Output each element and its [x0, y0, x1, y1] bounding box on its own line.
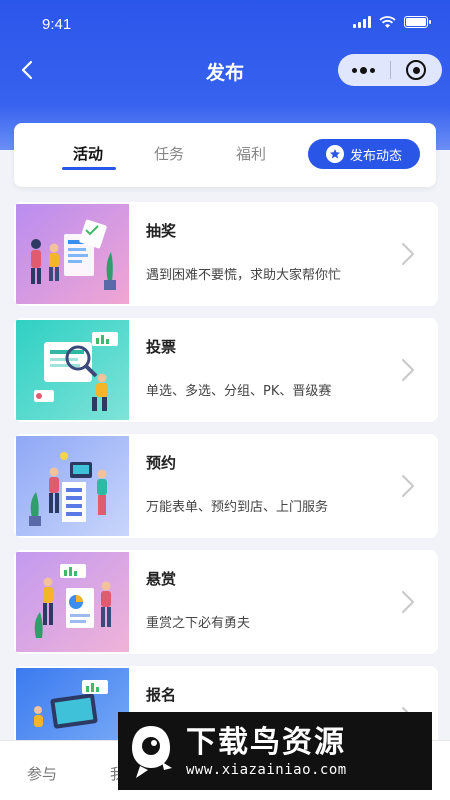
watermark-title: 下载鸟资源	[186, 725, 346, 760]
item-title: 抽奖	[146, 222, 177, 240]
publish-post-button[interactable]: 发布动态	[308, 139, 420, 169]
battery-icon	[404, 16, 431, 28]
watermark-banner: 下载鸟资源 www.xiazainiao.com	[118, 712, 432, 790]
more-options-icon[interactable]	[338, 66, 390, 74]
item-title: 投票	[146, 338, 177, 356]
vote-illustration	[16, 320, 129, 420]
list-item-bounty[interactable]: 悬赏 重赏之下必有勇夫	[14, 550, 438, 654]
tab-activity[interactable]: 活动	[73, 143, 103, 164]
list-item-reservation[interactable]: 预约 万能表单、预约到店、上门服务	[14, 434, 438, 538]
bounty-illustration	[16, 552, 129, 652]
item-description: 重赏之下必有勇夫	[146, 616, 251, 631]
list-item-vote[interactable]: 投票 单选、多选、分组、PK、晋级赛	[14, 318, 438, 422]
close-mini-program-icon[interactable]	[391, 60, 443, 80]
category-tabs-card: 活动 任务 福利 发布动态	[14, 123, 436, 187]
chevron-right-icon	[402, 591, 414, 613]
wifi-icon	[379, 16, 396, 28]
star-icon	[325, 145, 344, 163]
status-time: 9:41	[42, 16, 72, 33]
watermark-url: www.xiazainiao.com	[186, 762, 347, 778]
tab-tasks[interactable]: 任务	[154, 143, 184, 164]
list-item-lottery[interactable]: 抽奖 遇到困难不要慌，求助大家帮你忙	[14, 202, 438, 306]
signal-icon	[353, 16, 371, 28]
status-icons	[353, 16, 431, 28]
tab-welfare[interactable]: 福利	[236, 143, 266, 164]
item-title: 预约	[146, 454, 177, 472]
item-description: 遇到困难不要慌，求助大家帮你忙	[146, 268, 342, 283]
chevron-right-icon	[402, 359, 414, 381]
lottery-illustration	[16, 204, 129, 304]
publish-post-label: 发布动态	[349, 148, 402, 164]
item-title: 悬赏	[146, 570, 177, 588]
chevron-right-icon	[402, 243, 414, 265]
active-tab-indicator	[62, 167, 116, 170]
nav-bar: 发布	[0, 48, 450, 92]
status-bar: 9:41	[0, 0, 450, 48]
item-description: 万能表单、预约到店、上门服务	[146, 500, 329, 515]
item-title: 报名	[146, 686, 177, 704]
chevron-right-icon	[402, 475, 414, 497]
reservation-illustration	[16, 436, 129, 536]
bird-logo-icon	[132, 726, 172, 778]
activity-type-list: 抽奖 遇到困难不要慌，求助大家帮你忙 投票 单选、多选、分组、PK、晋级赛 预约…	[14, 202, 438, 782]
mini-program-capsule	[338, 54, 442, 86]
item-description: 单选、多选、分组、PK、晋级赛	[146, 384, 332, 399]
bottom-tab-participate[interactable]: 参与	[27, 763, 57, 784]
